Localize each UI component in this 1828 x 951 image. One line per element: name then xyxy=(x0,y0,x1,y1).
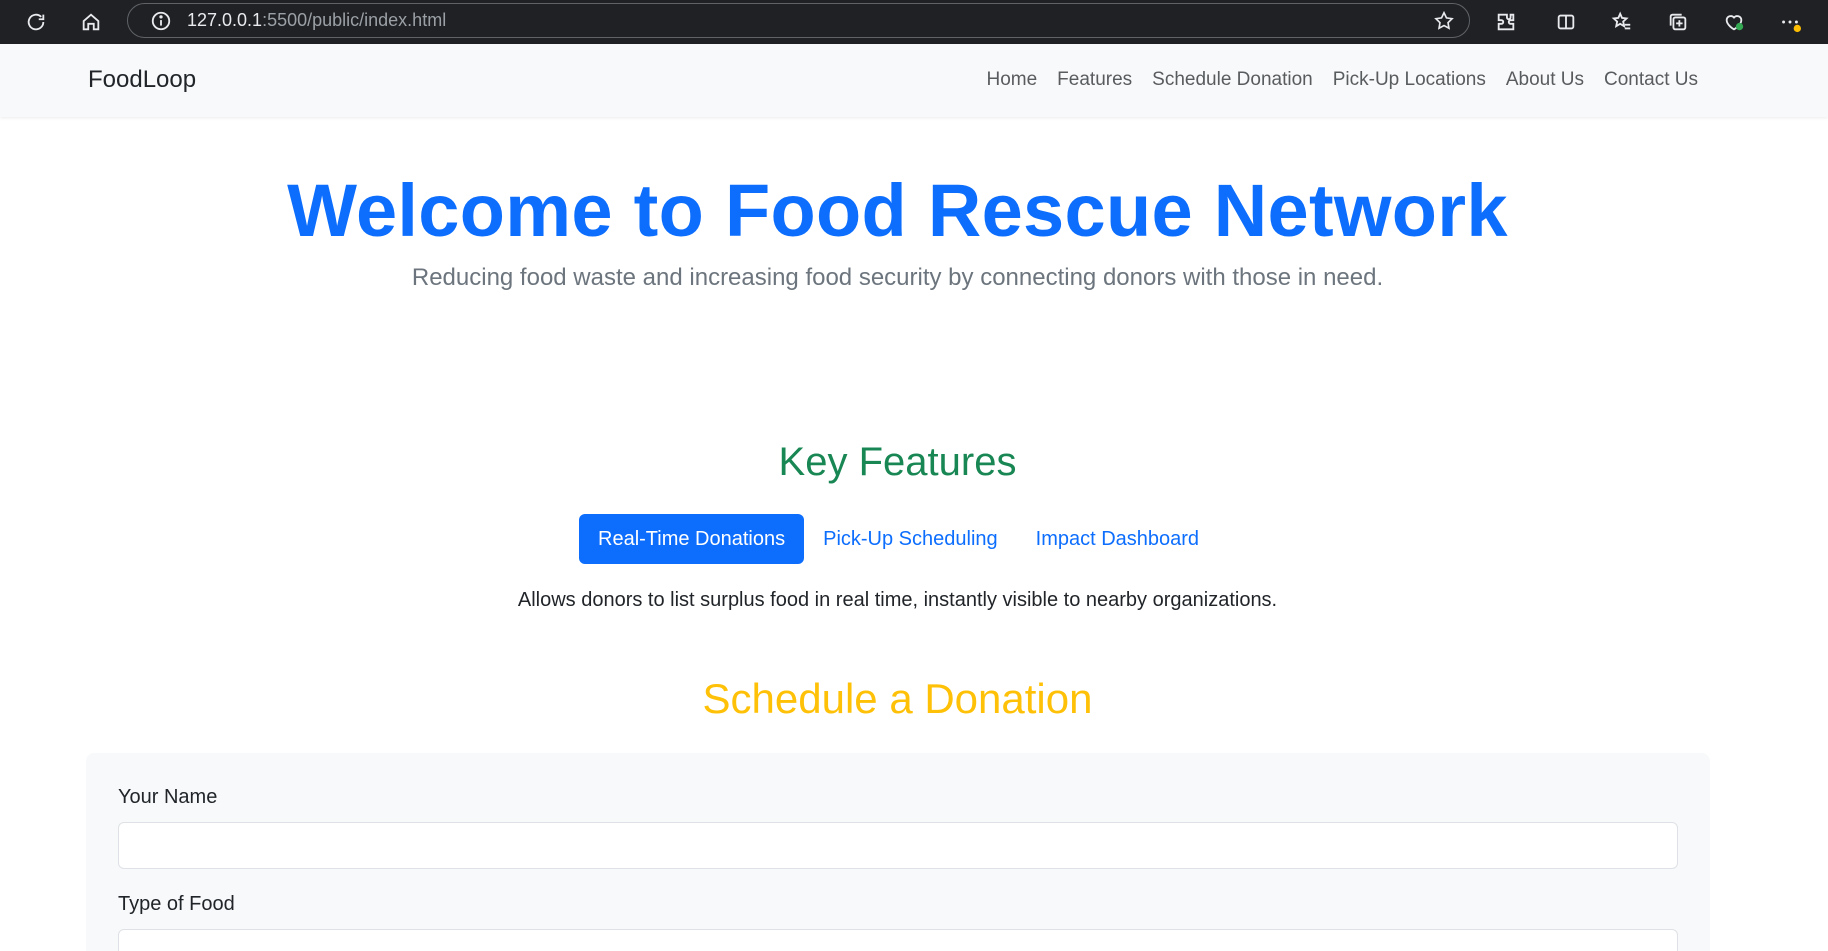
nav-link-features[interactable]: Features xyxy=(1057,69,1132,91)
nav-links: Home Features Schedule Donation Pick-Up … xyxy=(966,69,1698,91)
food-type-label: Type of Food xyxy=(118,893,235,915)
name-label: Your Name xyxy=(118,786,218,808)
site-navbar: FoodLoop Home Features Schedule Donation… xyxy=(0,44,1828,117)
url-text: 127.0.0.1:5500/public/index.html xyxy=(187,10,447,30)
extensions-icon[interactable] xyxy=(1490,6,1522,38)
nav-link-schedule-donation[interactable]: Schedule Donation xyxy=(1152,69,1313,91)
nav-link-pick-up-locations[interactable]: Pick-Up Locations xyxy=(1333,69,1486,91)
donation-title: Schedule a Donation xyxy=(702,675,1093,722)
address-bar[interactable]: 127.0.0.1:5500/public/index.html xyxy=(127,3,1470,38)
tab-pick-up-scheduling[interactable]: Pick-Up Scheduling xyxy=(804,514,1017,564)
feature-description: Allows donors to list surplus food in re… xyxy=(517,589,1278,611)
food-type-input[interactable] xyxy=(118,929,1678,951)
features-tabs: Real-Time Donations Pick-Up Scheduling I… xyxy=(579,514,1218,564)
split-screen-icon[interactable] xyxy=(1550,6,1582,38)
name-input[interactable] xyxy=(118,822,1678,869)
more-options-icon[interactable] xyxy=(1774,6,1806,38)
brand-logo[interactable]: FoodLoop xyxy=(88,66,196,94)
nav-link-about-us[interactable]: About Us xyxy=(1506,69,1584,91)
tab-real-time-donations[interactable]: Real-Time Donations xyxy=(579,514,805,564)
donation-form: Your Name Type of Food xyxy=(86,753,1710,951)
favorite-star-icon[interactable] xyxy=(1433,10,1455,32)
features-title: Key Features xyxy=(778,440,1017,484)
browser-essentials-icon[interactable] xyxy=(1718,6,1750,38)
browser-toolbar: 127.0.0.1:5500/public/index.html xyxy=(0,0,1828,44)
reload-icon[interactable] xyxy=(20,6,52,38)
nav-link-contact-us[interactable]: Contact Us xyxy=(1604,69,1698,91)
nav-link-home[interactable]: Home xyxy=(986,69,1037,91)
collections-icon[interactable] xyxy=(1662,6,1694,38)
hero-title: Welcome to Food Rescue Network xyxy=(287,169,1508,252)
home-icon[interactable] xyxy=(75,6,107,38)
site-info-icon[interactable] xyxy=(150,10,172,32)
tab-impact-dashboard[interactable]: Impact Dashboard xyxy=(1017,514,1218,564)
favorites-icon[interactable] xyxy=(1606,6,1638,38)
hero-subtitle: Reducing food waste and increasing food … xyxy=(411,264,1384,291)
